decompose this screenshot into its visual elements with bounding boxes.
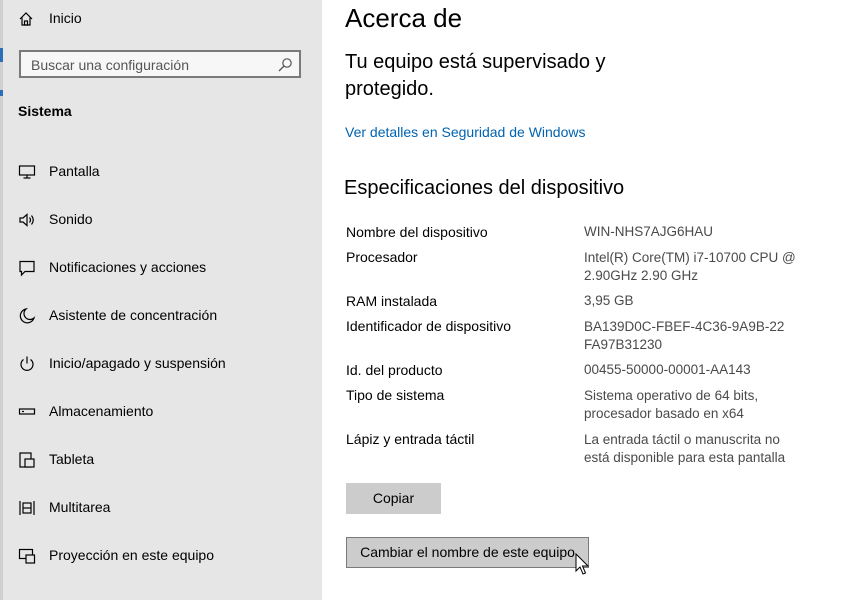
sidebar-item-label: Almacenamiento <box>49 403 154 419</box>
spec-label-ram: RAM instalada <box>346 293 438 309</box>
sidebar-item-notificaciones[interactable]: Notificaciones y acciones <box>0 247 322 287</box>
sidebar-item-label: Pantalla <box>49 163 100 179</box>
spec-label-pen-touch: Lápiz y entrada táctil <box>346 431 475 447</box>
spec-label-product-id: Id. del producto <box>346 362 443 378</box>
checkmark-icon <box>18 595 36 600</box>
spec-label-system-type: Tipo de sistema <box>346 387 445 403</box>
sidebar-item-label: Asistente de concentración <box>49 307 218 323</box>
sidebar-item-sonido[interactable]: Sonido <box>0 199 322 239</box>
spec-value-device-name: WIN-NHS7AJG6HAU <box>584 224 714 239</box>
protection-status: Tu equipo está supervisado y protegido. <box>345 51 606 100</box>
spec-value-pen-touch: La entrada táctil o manuscrita no está d… <box>584 432 786 465</box>
sidebar-item-label: Tableta <box>49 451 95 467</box>
spec-value-processor: Intel(R) Core(TM) i7-10700 CPU @ 2.90GHz… <box>584 250 796 283</box>
security-details-link[interactable]: Ver detalles en Seguridad de Windows <box>345 124 585 140</box>
sidebar-item-label: Inicio/apagado y suspensión <box>49 355 226 371</box>
sidebar-home[interactable]: Inicio <box>0 0 322 38</box>
sidebar-item-partial[interactable] <box>0 583 322 600</box>
moon-icon <box>19 307 36 324</box>
sidebar-item-label: Proyección en este equipo <box>49 547 214 563</box>
search-input[interactable]: Buscar una configuración <box>19 50 301 78</box>
sidebar-section-title: Sistema <box>18 103 72 119</box>
search-placeholder: Buscar una configuración <box>31 57 189 73</box>
spec-value-product-id: 00455-50000-00001-AA143 <box>584 362 751 377</box>
sidebar-item-multitarea[interactable]: Multitarea <box>0 487 322 527</box>
sidebar-item-label: Notificaciones y acciones <box>49 259 207 275</box>
sidebar-item-asistente-concentracion[interactable]: Asistente de concentración <box>0 295 322 335</box>
main-content: Acerca de Tu equipo está supervisado y p… <box>322 0 853 600</box>
page-title: Acerca de <box>345 3 463 33</box>
sidebar-item-proyeccion[interactable]: Proyección en este equipo <box>0 535 322 575</box>
tablet-icon <box>19 452 35 468</box>
spec-label-device-name: Nombre del dispositivo <box>346 224 488 240</box>
spec-value-device-id: BA139D0C-FBEF-4C36-9A9B-22FA97B31230 <box>584 319 785 352</box>
power-icon <box>20 356 34 371</box>
speaker-icon <box>19 213 34 227</box>
spec-label-device-id: Identificador de dispositivo <box>346 318 511 334</box>
sidebar-item-almacenamiento[interactable]: Almacenamiento <box>0 391 322 431</box>
search-icon[interactable] <box>277 57 293 73</box>
projection-icon <box>18 548 36 564</box>
home-icon <box>19 12 33 26</box>
spec-value-system-type: Sistema operativo de 64 bits, procesador… <box>584 388 759 421</box>
sidebar-item-tableta[interactable]: Tableta <box>0 439 322 479</box>
sidebar-home-label: Inicio <box>49 10 82 26</box>
sidebar-item-label: Multitarea <box>49 499 111 515</box>
spec-value-ram: 3,95 GB <box>584 293 634 308</box>
sidebar-item-pantalla[interactable]: Pantalla <box>0 151 322 191</box>
sidebar-item-inicio-apagado[interactable]: Inicio/apagado y suspensión <box>0 343 322 383</box>
notification-icon <box>19 260 35 277</box>
monitor-icon <box>18 165 36 179</box>
copy-button[interactable]: Copiar <box>346 483 441 514</box>
spec-label-processor: Procesador <box>346 249 418 265</box>
sidebar-item-label: Sonido <box>49 211 93 227</box>
rename-pc-button[interactable]: Cambiar el nombre de este equipo <box>346 537 589 568</box>
sidebar: Inicio Buscar una configuración Sistema … <box>0 0 322 600</box>
storage-icon <box>18 408 36 415</box>
mouse-cursor-icon <box>575 553 590 575</box>
specs-heading: Especificaciones del dispositivo <box>344 177 625 199</box>
multitask-icon <box>19 501 35 515</box>
